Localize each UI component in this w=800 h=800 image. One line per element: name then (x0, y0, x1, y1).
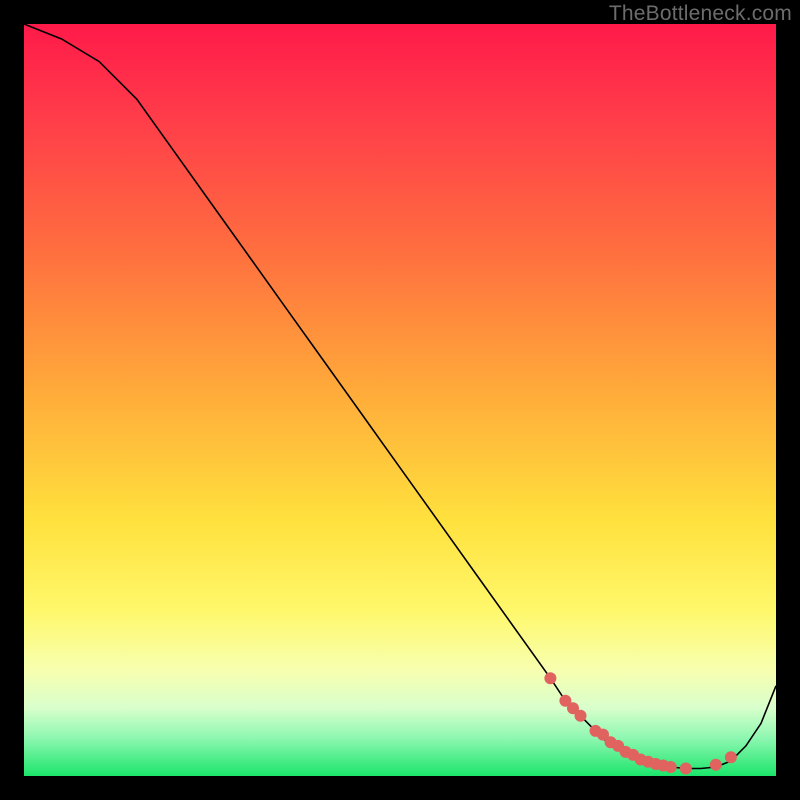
curve-line (24, 24, 776, 769)
curve-marker-dot (575, 710, 587, 722)
curve-marker-dot (710, 759, 722, 771)
curve-marker-dot (544, 672, 556, 684)
curve-markers (544, 672, 737, 774)
curve-marker-dot (665, 761, 677, 773)
chart-frame: TheBottleneck.com (0, 0, 800, 800)
gradient-plot-area (24, 24, 776, 776)
curve-marker-dot (725, 751, 737, 763)
bottleneck-curve (24, 24, 776, 776)
watermark-text: TheBottleneck.com (609, 2, 792, 26)
curve-marker-dot (680, 763, 692, 775)
